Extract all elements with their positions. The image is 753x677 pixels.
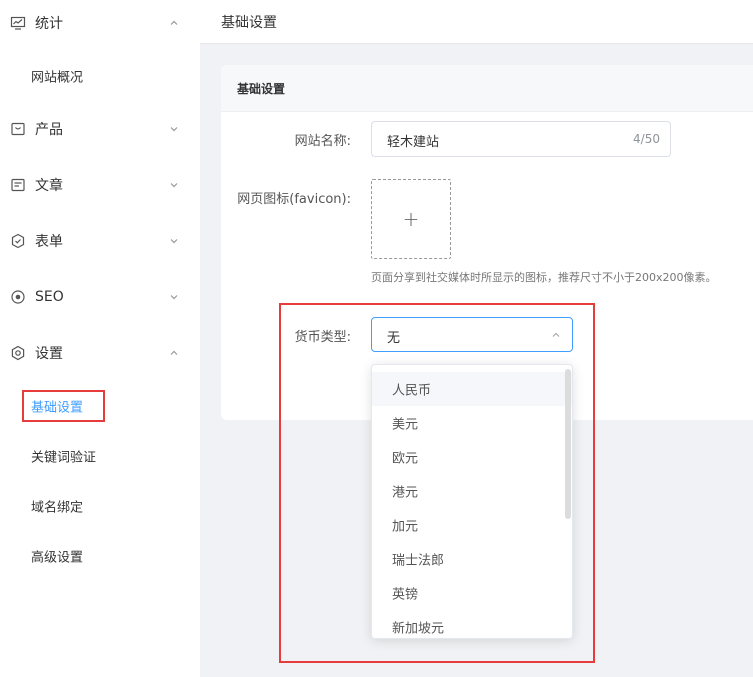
sidebar-group-forms[interactable]: 表单 bbox=[0, 221, 200, 261]
chevron-down-icon bbox=[170, 127, 178, 132]
sidebar-group-products[interactable]: 产品 bbox=[0, 109, 200, 149]
sidebar-item-domain-binding[interactable]: 域名绑定 bbox=[0, 488, 200, 524]
sidebar-item-advanced-settings[interactable]: 高级设置 bbox=[0, 538, 200, 574]
sidebar-item-label: 高级设置 bbox=[31, 550, 84, 566]
chevron-down-icon bbox=[170, 239, 178, 244]
sidebar-item-label: 网站概况 bbox=[31, 70, 84, 86]
sidebar-item-label: 关键词验证 bbox=[31, 450, 97, 466]
settings-icon bbox=[11, 345, 25, 361]
favicon-hint: 页面分享到社交媒体时所显示的图标，推荐尺寸不小于200x200像素。 bbox=[371, 271, 717, 284]
chevron-up-icon bbox=[170, 350, 178, 355]
sidebar-group-seo[interactable]: SEO bbox=[0, 277, 200, 317]
favicon-label: 网页图标(favicon): bbox=[237, 192, 351, 207]
product-icon bbox=[11, 122, 25, 136]
form-icon bbox=[11, 233, 25, 249]
plus-icon: + bbox=[402, 207, 420, 231]
site-name-input[interactable]: 轻木建站 4/50 bbox=[371, 121, 671, 157]
chart-icon bbox=[10, 16, 26, 30]
article-icon bbox=[11, 178, 25, 192]
chevron-down-icon bbox=[170, 183, 178, 188]
sidebar-item-label: 域名绑定 bbox=[31, 500, 84, 516]
site-name-label: 网站名称: bbox=[294, 134, 351, 149]
sidebar-group-label: 文章 bbox=[35, 178, 63, 194]
sidebar-group-label: 产品 bbox=[35, 122, 63, 138]
favicon-upload[interactable]: + bbox=[371, 179, 451, 259]
site-name-value: 轻木建站 bbox=[387, 135, 440, 150]
sidebar-group-label: 统计 bbox=[35, 16, 63, 32]
chevron-down-icon bbox=[170, 295, 178, 300]
chevron-up-icon bbox=[170, 20, 178, 25]
top-bar: 基础设置 bbox=[200, 0, 753, 44]
highlight-box-sidebar bbox=[22, 390, 105, 422]
page-title: 基础设置 bbox=[221, 15, 277, 31]
sidebar-group-label: SEO bbox=[35, 289, 64, 305]
sidebar: 统计 网站概况 产品 文章 表单 SEO 设置 基础设置 关键词验证 域名绑定 bbox=[0, 0, 200, 677]
sidebar-group-articles[interactable]: 文章 bbox=[0, 165, 200, 205]
sidebar-item-site-overview[interactable]: 网站概况 bbox=[0, 58, 200, 94]
highlight-box-currency bbox=[279, 303, 595, 663]
sidebar-group-label: 设置 bbox=[35, 346, 63, 362]
sidebar-group-settings[interactable]: 设置 bbox=[0, 333, 200, 373]
sidebar-group-stats[interactable]: 统计 bbox=[0, 3, 200, 43]
seo-icon bbox=[11, 290, 25, 304]
sidebar-item-keyword-verify[interactable]: 关键词验证 bbox=[0, 438, 200, 474]
card-title: 基础设置 bbox=[237, 82, 286, 96]
char-counter: 4/50 bbox=[633, 132, 660, 146]
card-header: 基础设置 bbox=[221, 65, 753, 112]
sidebar-group-label: 表单 bbox=[35, 234, 63, 250]
